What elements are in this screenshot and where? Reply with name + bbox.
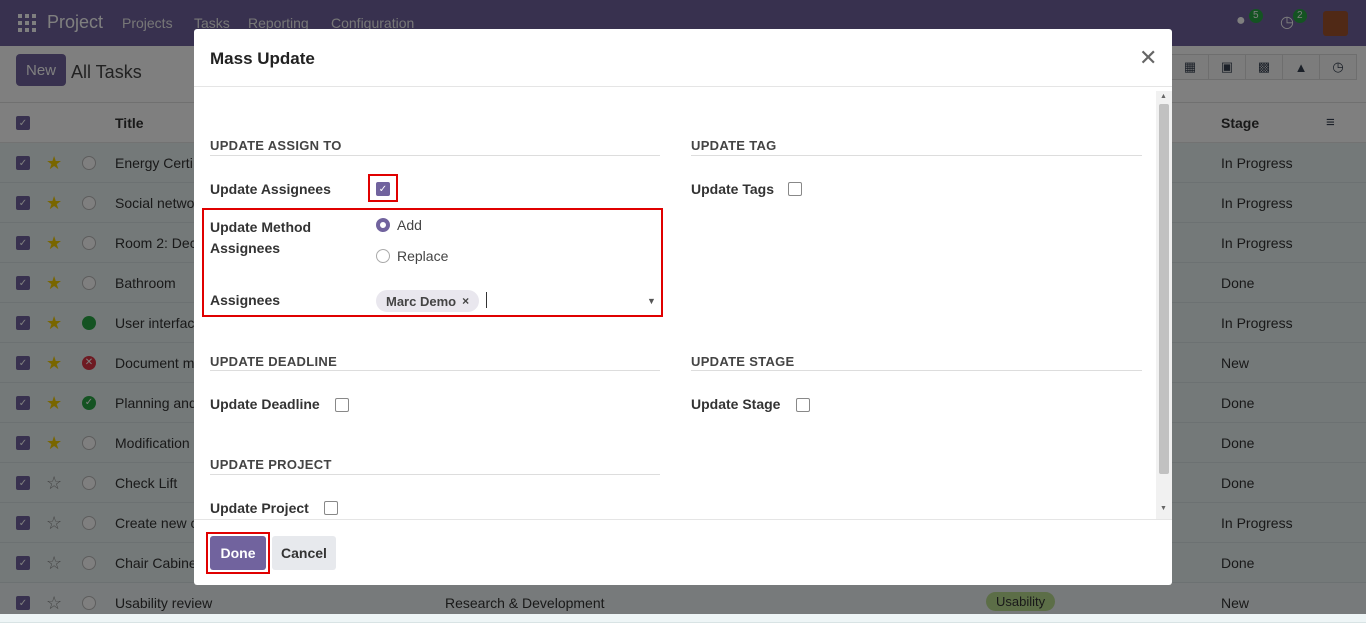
dialog-header: Mass Update ✕ <box>194 29 1172 87</box>
update-stage-label: Update Stage <box>691 396 781 412</box>
section-divider <box>691 155 1142 156</box>
assignees-label: Assignees <box>210 292 281 308</box>
scroll-down-icon[interactable]: ▼ <box>1160 505 1167 512</box>
section-divider <box>210 474 660 475</box>
dialog-title: Mass Update <box>210 49 315 68</box>
section-stage-title: UPDATE STAGE <box>691 354 795 369</box>
mass-update-dialog: Mass Update ✕ UPDATE ASSIGN TO UPDATE TA… <box>194 29 1172 585</box>
section-divider <box>691 370 1142 371</box>
highlight-box <box>368 174 398 202</box>
assignees-input[interactable] <box>486 292 487 308</box>
update-tags-label: Update Tags <box>691 181 774 197</box>
section-divider <box>210 155 660 156</box>
assignee-tag: Marc Demo × <box>376 290 480 312</box>
remove-tag-icon[interactable]: × <box>462 294 469 308</box>
update-method-label: Update Method Assignees <box>210 219 312 256</box>
radio-add[interactable] <box>376 218 390 232</box>
scroll-up-icon[interactable]: ▲ <box>1160 93 1167 100</box>
dialog-scrollbar[interactable]: ▲ ▼ <box>1156 91 1172 519</box>
cancel-button[interactable]: Cancel <box>272 536 336 570</box>
section-deadline-title: UPDATE DEADLINE <box>210 354 338 369</box>
dialog-body: UPDATE ASSIGN TO UPDATE TAG Update Assig… <box>194 87 1172 519</box>
update-tags-checkbox[interactable] <box>788 182 802 196</box>
highlight-box <box>206 532 270 574</box>
radio-add-label[interactable]: Add <box>397 217 422 233</box>
assignee-tag-label: Marc Demo <box>386 293 457 309</box>
update-project-checkbox[interactable] <box>324 501 338 515</box>
update-deadline-label: Update Deadline <box>210 396 320 412</box>
section-assign-title: UPDATE ASSIGN TO <box>210 138 342 153</box>
update-deadline-checkbox[interactable] <box>335 398 349 412</box>
dialog-footer: Done Cancel <box>194 519 1172 585</box>
radio-replace-label[interactable]: Replace <box>397 248 448 264</box>
radio-replace[interactable] <box>376 249 390 263</box>
close-icon[interactable]: ✕ <box>1139 45 1157 71</box>
scrollbar-thumb[interactable] <box>1159 104 1169 474</box>
section-project-title: UPDATE PROJECT <box>210 457 332 472</box>
update-assignees-label: Update Assignees <box>210 181 331 197</box>
dropdown-arrow-icon[interactable]: ▼ <box>647 296 656 306</box>
update-stage-checkbox[interactable] <box>796 398 810 412</box>
section-divider <box>210 370 660 371</box>
section-tag-title: UPDATE TAG <box>691 138 777 153</box>
update-project-label: Update Project <box>210 500 309 516</box>
